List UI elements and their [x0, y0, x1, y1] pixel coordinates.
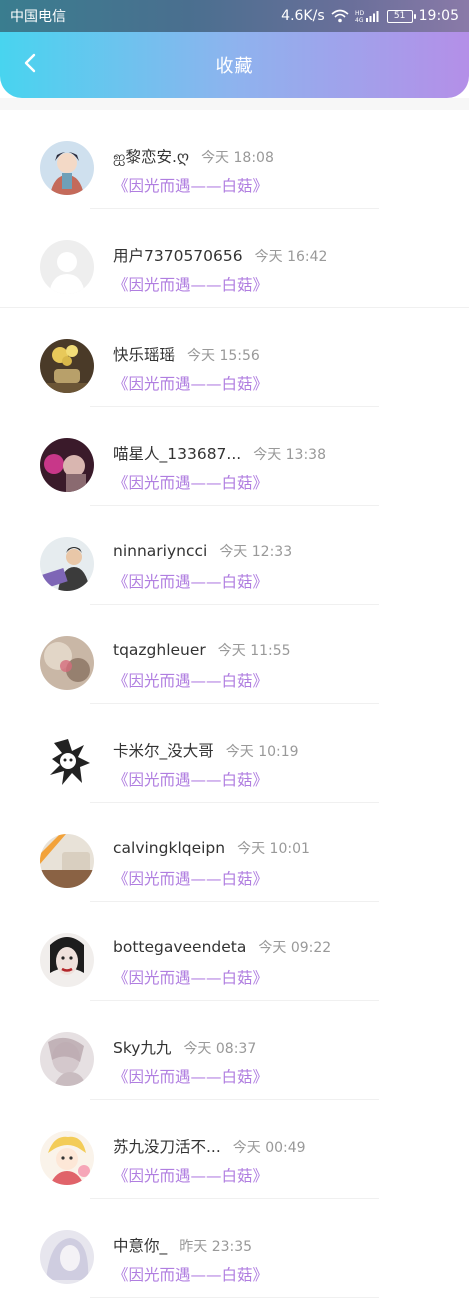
list-item[interactable]: 卡米尔_没大哥 今天 10:19 《因光而遇——白菇》	[0, 704, 469, 803]
timestamp: 今天 09:22	[258, 940, 332, 956]
network-speed: 4.6K/s	[281, 8, 325, 24]
chevron-left-icon	[23, 53, 37, 77]
avatar[interactable]	[40, 933, 94, 987]
work-title-link[interactable]: 《因光而遇——白菇》	[113, 570, 268, 592]
svg-text:HD: HD	[355, 10, 365, 17]
list-item[interactable]: 快乐瑶瑶 今天 15:56 《因光而遇——白菇》	[0, 308, 469, 407]
name-row: ஐ黎恋安.ღ 今天 18:08	[113, 145, 274, 168]
list-item[interactable]: 苏九没刀活不... 今天 00:49 《因光而遇——白菇》	[0, 1100, 469, 1199]
list-item[interactable]: bottegaveendeta 今天 09:22 《因光而遇——白菇》	[0, 902, 469, 1001]
timestamp: 今天 15:56	[187, 348, 260, 364]
wifi-icon	[331, 9, 349, 23]
timestamp: 今天 12:33	[219, 544, 293, 560]
list-item[interactable]: calvingklqeipn 今天 10:01 《因光而遇——白菇》	[0, 803, 469, 902]
work-title-link[interactable]: 《因光而遇——白菇》	[113, 966, 268, 988]
list-item[interactable]: 喵星人_133687... 今天 13:38 《因光而遇——白菇》	[0, 407, 469, 506]
work-title-link[interactable]: 《因光而遇——白菇》	[113, 174, 268, 196]
user-name[interactable]: 喵星人_133687...	[113, 442, 241, 464]
name-row: calvingklqeipn 今天 10:01	[113, 838, 310, 858]
timestamp: 今天 08:37	[183, 1041, 257, 1057]
name-row: bottegaveendeta 今天 09:22	[113, 937, 331, 957]
timestamp: 今天 11:55	[217, 643, 291, 659]
list-item[interactable]: tqazghleuer 今天 11:55 《因光而遇——白菇》	[0, 605, 469, 704]
name-row: tqazghleuer 今天 11:55	[113, 640, 291, 660]
work-title-link[interactable]: 《因光而遇——白菇》	[113, 273, 268, 295]
status-bar: 中国电信 4.6K/s HD 4G 51 19:05	[0, 0, 469, 32]
user-name[interactable]: tqazghleuer	[113, 641, 206, 659]
name-row: 卡米尔_没大哥 今天 10:19	[113, 739, 299, 761]
name-row: 苏九没刀活不... 今天 00:49	[113, 1135, 306, 1157]
clock: 19:05	[418, 8, 459, 24]
user-name[interactable]: 苏九没刀活不...	[113, 1135, 221, 1157]
timestamp: 今天 00:49	[232, 1140, 306, 1156]
work-title-link[interactable]: 《因光而遇——白菇》	[113, 669, 268, 691]
avatar[interactable]	[40, 834, 94, 888]
user-name[interactable]: bottegaveendeta	[113, 938, 246, 956]
user-name[interactable]: ஐ黎恋安.ღ	[113, 145, 189, 168]
user-name[interactable]: 用户7370570656	[113, 244, 243, 266]
avatar[interactable]	[40, 1032, 94, 1086]
page-title: 收藏	[215, 56, 254, 77]
list-item[interactable]: 中意你_ 昨天 23:35 《因光而遇——白菇》	[0, 1199, 469, 1298]
carrier-label: 中国电信	[10, 9, 66, 25]
user-name[interactable]: Sky九九	[113, 1036, 171, 1058]
list-item[interactable]: ஐ黎恋安.ღ 今天 18:08 《因光而遇——白菇》	[0, 110, 469, 209]
avatar[interactable]	[40, 1131, 94, 1185]
battery-icon: 51	[386, 9, 416, 23]
work-title-link[interactable]: 《因光而遇——白菇》	[113, 1263, 268, 1285]
avatar[interactable]	[40, 438, 94, 492]
name-row: 用户7370570656 今天 16:42	[113, 244, 327, 266]
timestamp: 今天 16:42	[254, 249, 328, 265]
work-title-link[interactable]: 《因光而遇——白菇》	[113, 372, 268, 394]
list-item[interactable]: ninnariyncci 今天 12:33 《因光而遇——白菇》	[0, 506, 469, 605]
favorites-list: ஐ黎恋安.ღ 今天 18:08 《因光而遇——白菇》 用户7370570656 今天 1…	[0, 110, 469, 1298]
list-item[interactable]: Sky九九 今天 08:37 《因光而遇——白菇》	[0, 1001, 469, 1100]
svg-text:4G: 4G	[355, 17, 364, 23]
name-row: 中意你_ 昨天 23:35	[113, 1234, 252, 1256]
timestamp: 今天 10:19	[225, 744, 299, 760]
name-row: ninnariyncci 今天 12:33	[113, 541, 292, 561]
work-title-link[interactable]: 《因光而遇——白菇》	[113, 768, 268, 790]
list-item[interactable]: 用户7370570656 今天 16:42 《因光而遇——白菇》	[0, 209, 469, 308]
name-row: Sky九九 今天 08:37	[113, 1036, 256, 1058]
avatar[interactable]	[40, 537, 94, 591]
battery-level: 51	[393, 10, 406, 21]
user-name[interactable]: 中意你_	[113, 1234, 167, 1256]
user-name[interactable]: 快乐瑶瑶	[113, 343, 175, 365]
user-name[interactable]: 卡米尔_没大哥	[113, 739, 214, 761]
work-title-link[interactable]: 《因光而遇——白菇》	[113, 867, 268, 889]
work-title-link[interactable]: 《因光而遇——白菇》	[113, 471, 268, 493]
signal-4g-icon: HD 4G	[355, 9, 381, 23]
back-button[interactable]	[10, 45, 50, 85]
timestamp: 今天 18:08	[201, 150, 274, 166]
header-spacer	[0, 98, 469, 110]
avatar[interactable]	[40, 240, 94, 294]
user-name[interactable]: calvingklqeipn	[113, 839, 225, 857]
timestamp: 昨天 23:35	[179, 1239, 253, 1255]
avatar[interactable]	[40, 636, 94, 690]
header: 收藏	[0, 32, 469, 98]
timestamp: 今天 13:38	[253, 447, 326, 463]
name-row: 喵星人_133687... 今天 13:38	[113, 442, 326, 464]
avatar[interactable]	[40, 141, 94, 195]
timestamp: 今天 10:01	[237, 841, 310, 857]
avatar[interactable]	[40, 1230, 94, 1284]
name-row: 快乐瑶瑶 今天 15:56	[113, 343, 260, 365]
work-title-link[interactable]: 《因光而遇——白菇》	[113, 1065, 268, 1087]
avatar[interactable]	[40, 339, 94, 393]
avatar[interactable]	[40, 735, 94, 789]
work-title-link[interactable]: 《因光而遇——白菇》	[113, 1164, 268, 1186]
user-name[interactable]: ninnariyncci	[113, 542, 207, 560]
